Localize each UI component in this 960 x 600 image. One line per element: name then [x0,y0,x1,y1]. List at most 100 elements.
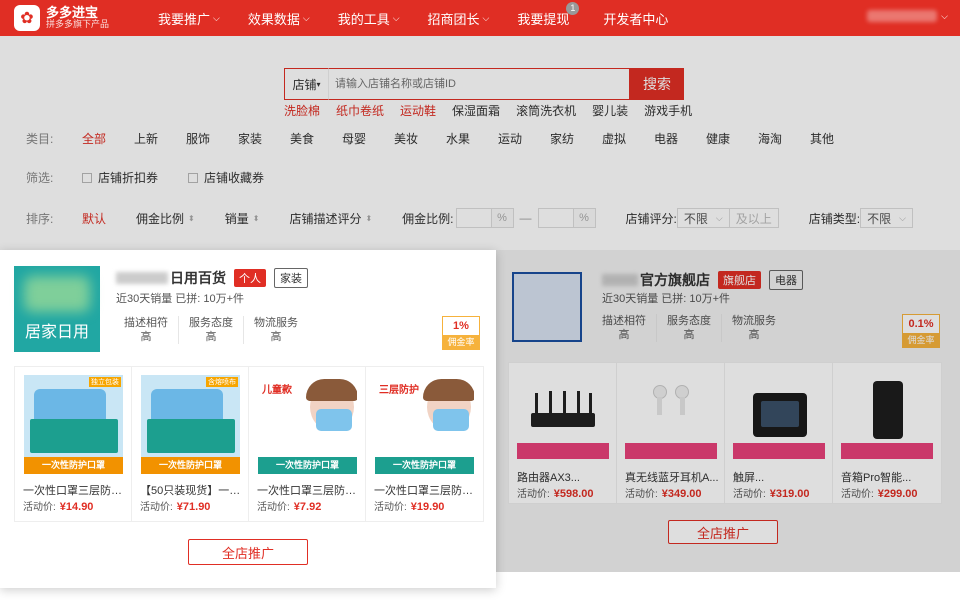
sort-default[interactable]: 默认 [82,210,106,227]
store-name[interactable]: 官方旗舰店 旗舰店 电器 [602,270,803,290]
mask-box-image: 含熔喷布 一次性防护口罩 [141,375,240,474]
store-name-masked [602,274,638,286]
store-logo[interactable]: 居家日用 [14,266,100,352]
caret-down-icon: ▾ [316,79,321,89]
chevron-down-icon: ⌵ [213,12,220,23]
commission-max-input[interactable] [537,208,574,228]
commission-min-input[interactable] [455,208,492,228]
sort-commission[interactable]: 佣金比例 ⬍ [136,210,195,227]
product-item[interactable]: 独立包装 一次性防护口罩 一次性口罩三层防护... 活动价: ¥14.90 [15,367,132,521]
notification-badge: 1 [566,1,580,15]
score-item: 描述相符高 [602,314,657,342]
store-name[interactable]: 日用百货 个人 家装 [116,268,308,288]
store-type-tag: 旗舰店 [718,271,761,289]
image-band-text: 一次性防护口罩 [375,457,474,474]
category-option[interactable]: 美妆 [394,130,418,147]
score-value: 高 [205,331,217,343]
search-button[interactable]: 搜索 [630,68,684,100]
price-label: 活动价: [841,489,874,500]
sort-store-score[interactable]: 店铺描述评分 ⬍ [289,210,372,227]
store-score-select[interactable]: 不限 ⌵ [676,208,730,228]
product-price: 活动价: ¥7.92 [257,498,321,513]
sort-label-text: 店铺描述评分 [289,211,362,226]
category-option[interactable]: 母婴 [342,130,366,147]
category-option[interactable]: 电器 [654,130,678,147]
promote-whole-store-button[interactable]: 全店推广 [668,520,778,544]
store-scores: 描述相符高 服务态度高 物流服务高 [602,314,786,342]
favorite-coupon-checkbox[interactable]: 店铺收藏券 [188,169,264,186]
store-card: 官方旗舰店 旗舰店 电器 近30天销量 已拼: 10万+件 描述相符高 服务态度… [496,250,960,572]
hotword-link[interactable]: 游戏手机 [644,102,692,119]
search-input[interactable] [328,68,630,100]
product-title: 一次性口罩三层防护... [374,485,478,497]
promote-whole-store-button[interactable]: 全店推广 [188,539,308,565]
product-item[interactable]: 儿童款 一次性防护口罩 一次性口罩三层防护... 活动价: ¥7.92 [249,367,366,521]
sort-sales[interactable]: 销量 ⬍ [225,210,260,227]
product-item[interactable]: 真无线蓝牙耳机A... 活动价: ¥349.00 [617,363,725,503]
store-logo-text: 居家日用 [24,324,89,341]
hotword-link[interactable]: 运动鞋 [400,102,436,119]
store-logo[interactable] [512,272,582,342]
product-item[interactable]: 三层防护 一次性防护口罩 一次性口罩三层防护... 活动价: ¥19.90 [366,367,483,521]
account-menu[interactable]: ⌵ [867,10,948,22]
category-option[interactable]: 运动 [498,130,522,147]
search-scope-select[interactable]: 店铺 ▾ [284,68,328,100]
store-category-tag: 电器 [769,270,803,290]
category-option[interactable]: 全部 [82,130,106,147]
category-option[interactable]: 水果 [446,130,470,147]
category-option[interactable]: 美食 [290,130,314,147]
category-option[interactable]: 家纺 [550,130,574,147]
product-item[interactable]: 触屏... 活动价: ¥319.00 [725,363,833,503]
hotword-link[interactable]: 婴儿装 [592,102,628,119]
hot-search-words: 洗脸棉 纸巾卷纸 运动鞋 保湿面霜 滚筒洗衣机 婴儿装 游戏手机 [284,102,708,119]
kid-mask-image: 儿童款 一次性防护口罩 [258,375,357,474]
nav-label: 效果数据 [247,11,300,27]
discount-coupon-checkbox[interactable]: 店铺折扣券 [82,169,158,186]
product-title: 真无线蓝牙耳机A... [625,472,719,484]
checkbox-box [188,172,199,183]
checkbox-label: 店铺收藏券 [204,171,265,185]
category-option[interactable]: 虚拟 [602,130,626,147]
store-category-tag: 家装 [274,268,308,288]
image-corner-label: 独立包装 [89,377,121,387]
category-option[interactable]: 其他 [810,130,834,147]
nav-promote[interactable]: 我要推广 ⌵ [158,9,220,28]
hotword-link[interactable]: 滚筒洗衣机 [516,102,576,119]
hotword-link[interactable]: 纸巾卷纸 [336,102,384,119]
category-option[interactable]: 服饰 [186,130,210,147]
checkbox-label: 店铺折扣券 [98,171,159,185]
sort-arrows-icon: ⬍ [252,213,260,223]
app-logo[interactable]: ✿ 多多进宝 拼多多旗下产品 [14,5,154,31]
hotword-link[interactable]: 保湿面霜 [452,102,500,119]
nav-performance[interactable]: 效果数据 ⌵ [248,9,310,28]
kid-mask-image: 三层防护 一次性防护口罩 [375,375,474,474]
price-label: 活动价: [625,489,658,500]
chevron-down-icon: ⌵ [392,12,400,23]
chevron-down-icon: ⌵ [482,12,490,23]
product-title: 音箱Pro智能... [841,472,912,484]
nav-developer[interactable]: 开发者中心 [603,9,668,28]
nav-recruit[interactable]: 招商团长 ⌵ [428,9,490,28]
product-item[interactable]: 音箱Pro智能... 活动价: ¥299.00 [833,363,941,503]
store-name-text: 官方旗舰店 [640,272,710,288]
category-option[interactable]: 健康 [706,130,730,147]
product-item[interactable]: 含熔喷布 一次性防护口罩 【50只装现货】一次... 活动价: ¥71.90 [132,367,249,521]
product-list: 路由器AX3... 活动价: ¥598.00 真无线蓝牙耳机A... 活动价: ¥3… [508,362,942,504]
hotword-link[interactable]: 洗脸棉 [284,102,320,119]
category-option[interactable]: 海淘 [758,130,782,147]
price-label: 活动价: [23,502,56,513]
category-option[interactable]: 家装 [238,130,262,147]
category-option[interactable]: 上新 [134,130,158,147]
chevron-down-icon: ⌵ [941,10,948,21]
product-item[interactable]: 路由器AX3... 活动价: ¥598.00 [509,363,617,503]
store-type-select[interactable]: 不限 ⌵ [860,208,913,228]
score-item: 服务态度高 [657,314,722,342]
nav-withdraw[interactable]: 我要提现 1 [517,1,580,28]
product-title: 一次性口罩三层防护... [257,485,361,497]
chevron-down-icon: ⌵ [302,12,310,23]
nav-tools[interactable]: 我的工具 ⌵ [338,9,400,28]
score-label: 物流服务 [254,317,298,329]
category-label: 类目: [26,132,54,146]
store-type-tag: 个人 [234,269,266,287]
nav-label: 我的工具 [337,11,390,27]
